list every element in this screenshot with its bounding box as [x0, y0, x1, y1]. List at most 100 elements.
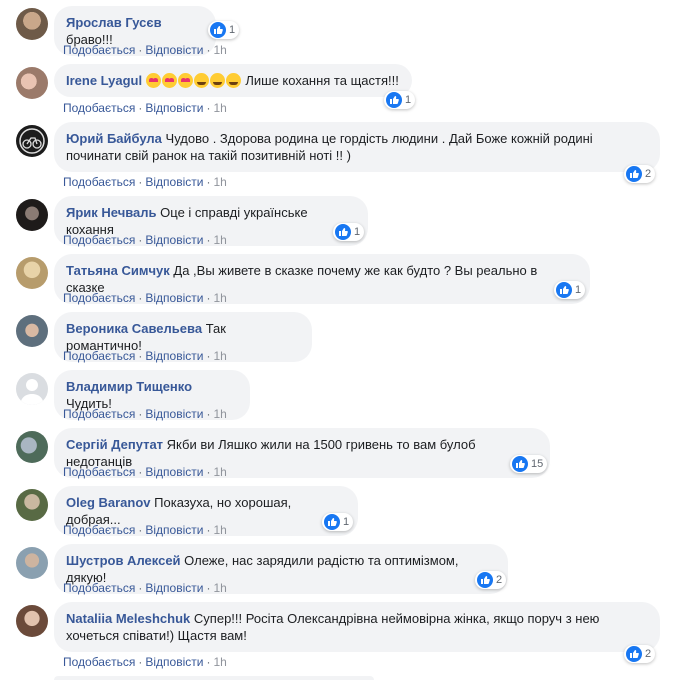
reply-link[interactable]: Відповісти [145, 291, 203, 305]
reaction-number: 2 [496, 574, 503, 586]
like-link[interactable]: Подобається [63, 349, 135, 363]
reaction-count[interactable]: 1 [322, 513, 354, 531]
comment-time[interactable]: 1h [213, 581, 226, 595]
bike-logo-icon [19, 128, 45, 154]
reaction-count[interactable]: 2 [624, 645, 656, 663]
reaction-count[interactable]: 15 [510, 455, 548, 473]
reply-link[interactable]: Відповісти [145, 175, 203, 189]
avatar[interactable] [16, 67, 48, 99]
comment-bubble: Nataliia Meleshchuk Супер!!! Росіта Олек… [54, 602, 660, 652]
like-icon [477, 572, 493, 588]
reply-link[interactable]: Відповісти [145, 655, 203, 669]
like-link[interactable]: Подобається [63, 465, 135, 479]
avatar[interactable] [16, 489, 48, 521]
comment-actions: Подобається · Відповісти · 1h [63, 348, 227, 364]
reply-link[interactable]: Відповісти [145, 233, 203, 247]
separator: · [206, 175, 211, 189]
reaction-count[interactable]: 2 [624, 165, 656, 183]
like-link[interactable]: Подобається [63, 581, 135, 595]
like-link[interactable]: Подобається [63, 175, 135, 189]
comment-time[interactable]: 1h [213, 523, 226, 537]
comment-author[interactable]: Ярик Нечваль [66, 205, 157, 220]
like-link[interactable]: Подобається [63, 101, 135, 115]
comment-author[interactable]: Владимир Тищенко [66, 379, 192, 394]
next-comment-partial [54, 676, 374, 680]
separator: · [138, 655, 143, 669]
avatar[interactable] [16, 199, 48, 231]
comment-author[interactable]: Ярослав Гусєв [66, 15, 162, 30]
reply-link[interactable]: Відповісти [145, 101, 203, 115]
avatar[interactable] [16, 373, 48, 405]
like-icon [324, 514, 340, 530]
comment-actions: Подобається · Відповісти · 1h [63, 522, 227, 538]
separator: · [138, 523, 143, 537]
comment-author[interactable]: Irene Lyagul [66, 73, 142, 88]
avatar[interactable] [16, 8, 48, 40]
like-icon [386, 92, 402, 108]
reply-link[interactable]: Відповісти [145, 349, 203, 363]
comment-time[interactable]: 1h [213, 233, 226, 247]
separator: · [138, 581, 143, 595]
like-link[interactable]: Подобається [63, 291, 135, 305]
reply-link[interactable]: Відповісти [145, 465, 203, 479]
avatar[interactable] [16, 547, 48, 579]
comment-author[interactable]: Юрий Байбула [66, 131, 162, 146]
separator: · [206, 233, 211, 247]
comment-actions: Подобається · Відповісти · 1h [63, 100, 227, 116]
separator: · [138, 233, 143, 247]
like-link[interactable]: Подобається [63, 407, 135, 421]
comment-bubble: Юрий Байбула Чудово . Здорова родина це … [54, 122, 660, 172]
reaction-count[interactable]: 1 [208, 21, 240, 39]
comment-author[interactable]: Сергій Депутат [66, 437, 163, 452]
smiling-emoji-icon [209, 73, 225, 88]
separator: · [206, 655, 211, 669]
like-link[interactable]: Подобається [63, 43, 135, 57]
separator: · [138, 101, 143, 115]
comment-author[interactable]: Nataliia Meleshchuk [66, 611, 190, 626]
separator: · [138, 465, 143, 479]
comment-time[interactable]: 1h [213, 43, 226, 57]
comment-time[interactable]: 1h [213, 655, 226, 669]
reaction-number: 1 [354, 226, 361, 238]
reply-link[interactable]: Відповісти [145, 581, 203, 595]
comment-actions: Подобається · Відповісти · 1h [63, 42, 227, 58]
comment-author[interactable]: Татьяна Симчук [66, 263, 170, 278]
reaction-number: 2 [645, 648, 652, 660]
like-link[interactable]: Подобається [63, 523, 135, 537]
reply-link[interactable]: Відповісти [145, 523, 203, 537]
separator: · [206, 523, 211, 537]
avatar[interactable] [16, 431, 48, 463]
comment-time[interactable]: 1h [213, 407, 226, 421]
reaction-count[interactable]: 1 [554, 281, 586, 299]
separator: · [206, 407, 211, 421]
comment-actions: Подобається · Відповісти · 1h [63, 580, 227, 596]
reply-link[interactable]: Відповісти [145, 43, 203, 57]
separator: · [206, 465, 211, 479]
avatar[interactable] [16, 605, 48, 637]
comment-author[interactable]: Oleg Baranov [66, 495, 151, 510]
like-icon [626, 646, 642, 662]
like-icon [556, 282, 572, 298]
comment-time[interactable]: 1h [213, 175, 226, 189]
avatar[interactable] [16, 315, 48, 347]
avatar[interactable] [16, 257, 48, 289]
comment-author[interactable]: Вероника Савельева [66, 321, 202, 336]
like-link[interactable]: Подобається [63, 655, 135, 669]
comment-time[interactable]: 1h [213, 465, 226, 479]
like-link[interactable]: Подобається [63, 233, 135, 247]
comment-time[interactable]: 1h [213, 349, 226, 363]
comment-time[interactable]: 1h [213, 291, 226, 305]
separator: · [206, 349, 211, 363]
comment-time[interactable]: 1h [213, 101, 226, 115]
comment-actions: Подобається · Відповісти · 1h [63, 232, 227, 248]
comment-author[interactable]: Шустров Алексей [66, 553, 181, 568]
reply-link[interactable]: Відповісти [145, 407, 203, 421]
reaction-count[interactable]: 1 [384, 91, 416, 109]
comment-bubble: Irene Lyagul Лише кохання та щастя!!! [54, 64, 412, 97]
reaction-count[interactable]: 1 [333, 223, 365, 241]
separator: · [138, 291, 143, 305]
separator: · [206, 291, 211, 305]
heart-eyes-emoji-icon [161, 73, 177, 88]
avatar[interactable] [16, 125, 48, 157]
reaction-count[interactable]: 2 [475, 571, 507, 589]
